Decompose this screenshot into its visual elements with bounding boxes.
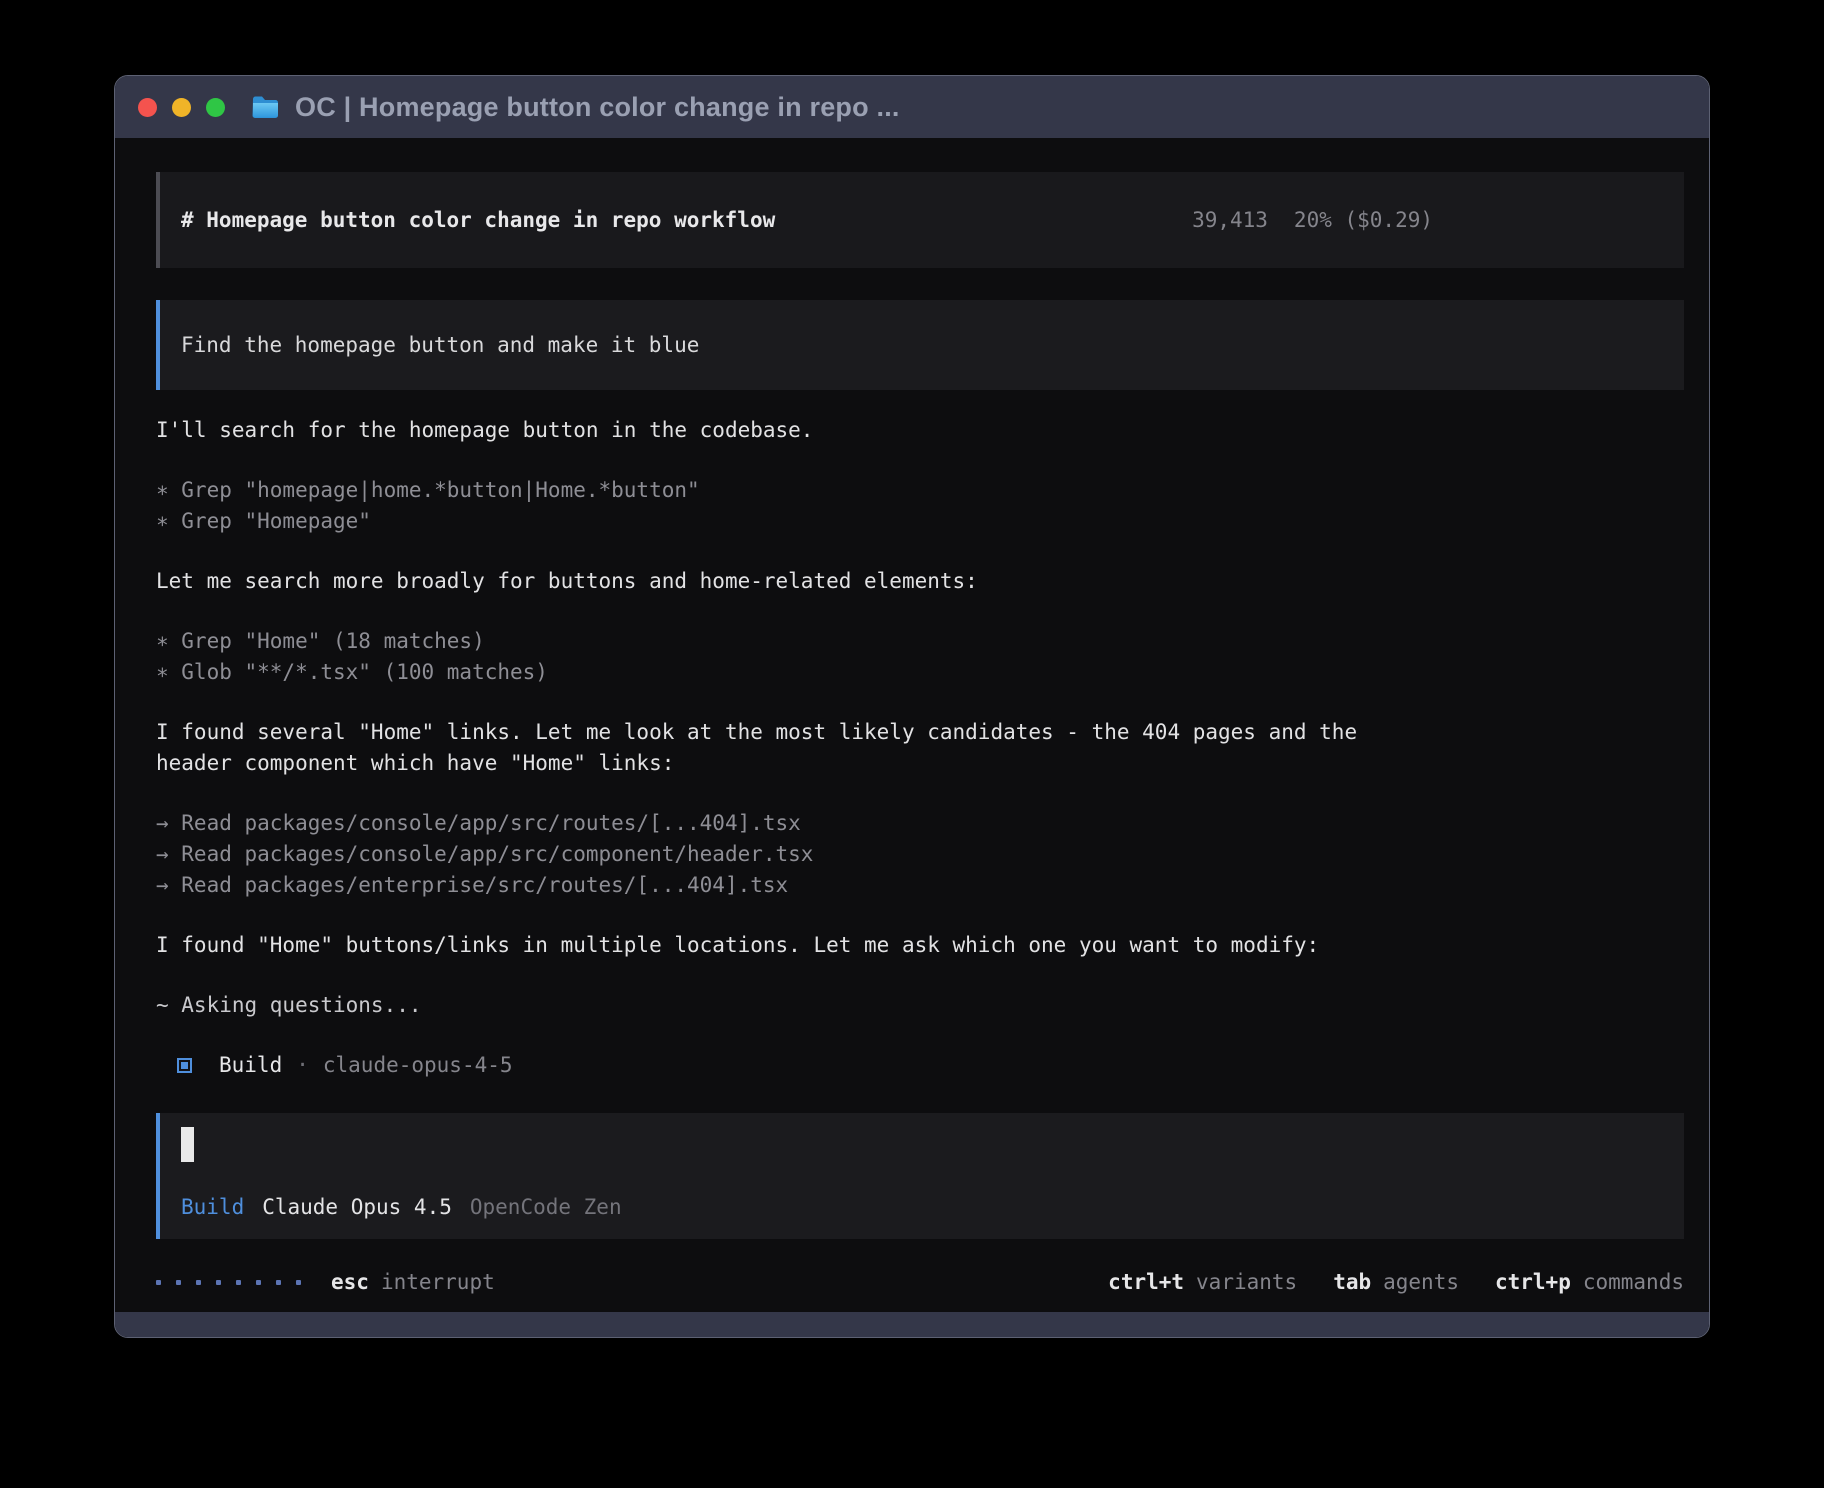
tool-call-list: ∗ Grep "homepage|home.*button|Home.*butt… bbox=[156, 475, 1406, 537]
status-bar: esc interrupt ctrl+t variants tab agents… bbox=[156, 1267, 1684, 1298]
hint-agents: tab agents bbox=[1333, 1267, 1459, 1298]
session-title: # Homepage button color change in repo w… bbox=[181, 205, 775, 236]
working-status-line: ~ Asking questions... bbox=[156, 990, 1406, 1021]
zoom-button[interactable] bbox=[206, 98, 225, 117]
tool-call-list: → Read packages/console/app/src/routes/[… bbox=[156, 808, 1406, 901]
token-count: 39,413 bbox=[1192, 205, 1268, 236]
user-message-text: Find the homepage button and make it blu… bbox=[181, 330, 699, 361]
hint-commands: ctrl+p commands bbox=[1495, 1267, 1684, 1298]
spinner-dots bbox=[156, 1280, 301, 1285]
esc-key: esc bbox=[331, 1267, 369, 1298]
prompt-input[interactable]: Build Claude Opus 4.5 OpenCode Zen bbox=[156, 1113, 1684, 1239]
agent-status-icon bbox=[177, 1058, 192, 1073]
text-cursor bbox=[181, 1127, 194, 1162]
input-agent-badge[interactable]: Build bbox=[181, 1192, 244, 1223]
context-cost: 20% ($0.29) bbox=[1294, 205, 1433, 236]
titlebar: OC | Homepage button color change in rep… bbox=[115, 76, 1709, 138]
session-header: # Homepage button color change in repo w… bbox=[156, 172, 1684, 268]
tool-call-grep: ∗ Grep "Home" (18 matches) bbox=[156, 626, 1406, 657]
assistant-paragraph: I'll search for the homepage button in t… bbox=[156, 415, 1406, 446]
traffic-lights bbox=[138, 98, 225, 117]
assistant-paragraph: Let me search more broadly for buttons a… bbox=[156, 566, 1406, 597]
input-model-name: Claude Opus 4.5 bbox=[262, 1192, 452, 1223]
terminal-window: OC | Homepage button color change in rep… bbox=[114, 75, 1710, 1338]
tool-call-glob: ∗ Glob "**/*.tsx" (100 matches) bbox=[156, 657, 1406, 688]
assistant-paragraph: I found several "Home" links. Let me loo… bbox=[156, 717, 1406, 779]
session-stats: 39,413 20% ($0.29) bbox=[1192, 205, 1433, 236]
agent-model-status: Build · claude-opus-4-5 bbox=[156, 1050, 1684, 1081]
tool-call-grep: ∗ Grep "Homepage" bbox=[156, 506, 1406, 537]
assistant-paragraph: I found "Home" buttons/links in multiple… bbox=[156, 930, 1406, 961]
window-bottom-strip bbox=[115, 1312, 1709, 1337]
window-title: OC | Homepage button color change in rep… bbox=[295, 92, 900, 123]
user-message: Find the homepage button and make it blu… bbox=[156, 300, 1684, 390]
esc-hint: interrupt bbox=[381, 1267, 495, 1298]
agent-name: Build bbox=[219, 1050, 282, 1081]
folder-icon bbox=[251, 95, 280, 119]
separator-dot: · bbox=[296, 1050, 309, 1081]
model-row: Build Claude Opus 4.5 OpenCode Zen bbox=[181, 1192, 1663, 1223]
tool-call-read: → Read packages/console/app/src/componen… bbox=[156, 839, 1406, 870]
tool-call-read: → Read packages/enterprise/src/routes/[.… bbox=[156, 870, 1406, 901]
terminal-content: # Homepage button color change in repo w… bbox=[115, 138, 1709, 1312]
tool-call-read: → Read packages/console/app/src/routes/[… bbox=[156, 808, 1406, 839]
close-button[interactable] bbox=[138, 98, 157, 117]
hint-variants: ctrl+t variants bbox=[1108, 1267, 1297, 1298]
model-id: claude-opus-4-5 bbox=[323, 1050, 513, 1081]
input-model-provider: OpenCode Zen bbox=[470, 1192, 622, 1223]
tool-call-grep: ∗ Grep "homepage|home.*button|Home.*butt… bbox=[156, 475, 1406, 506]
tool-call-list: ∗ Grep "Home" (18 matches) ∗ Glob "**/*.… bbox=[156, 626, 1406, 688]
minimize-button[interactable] bbox=[172, 98, 191, 117]
